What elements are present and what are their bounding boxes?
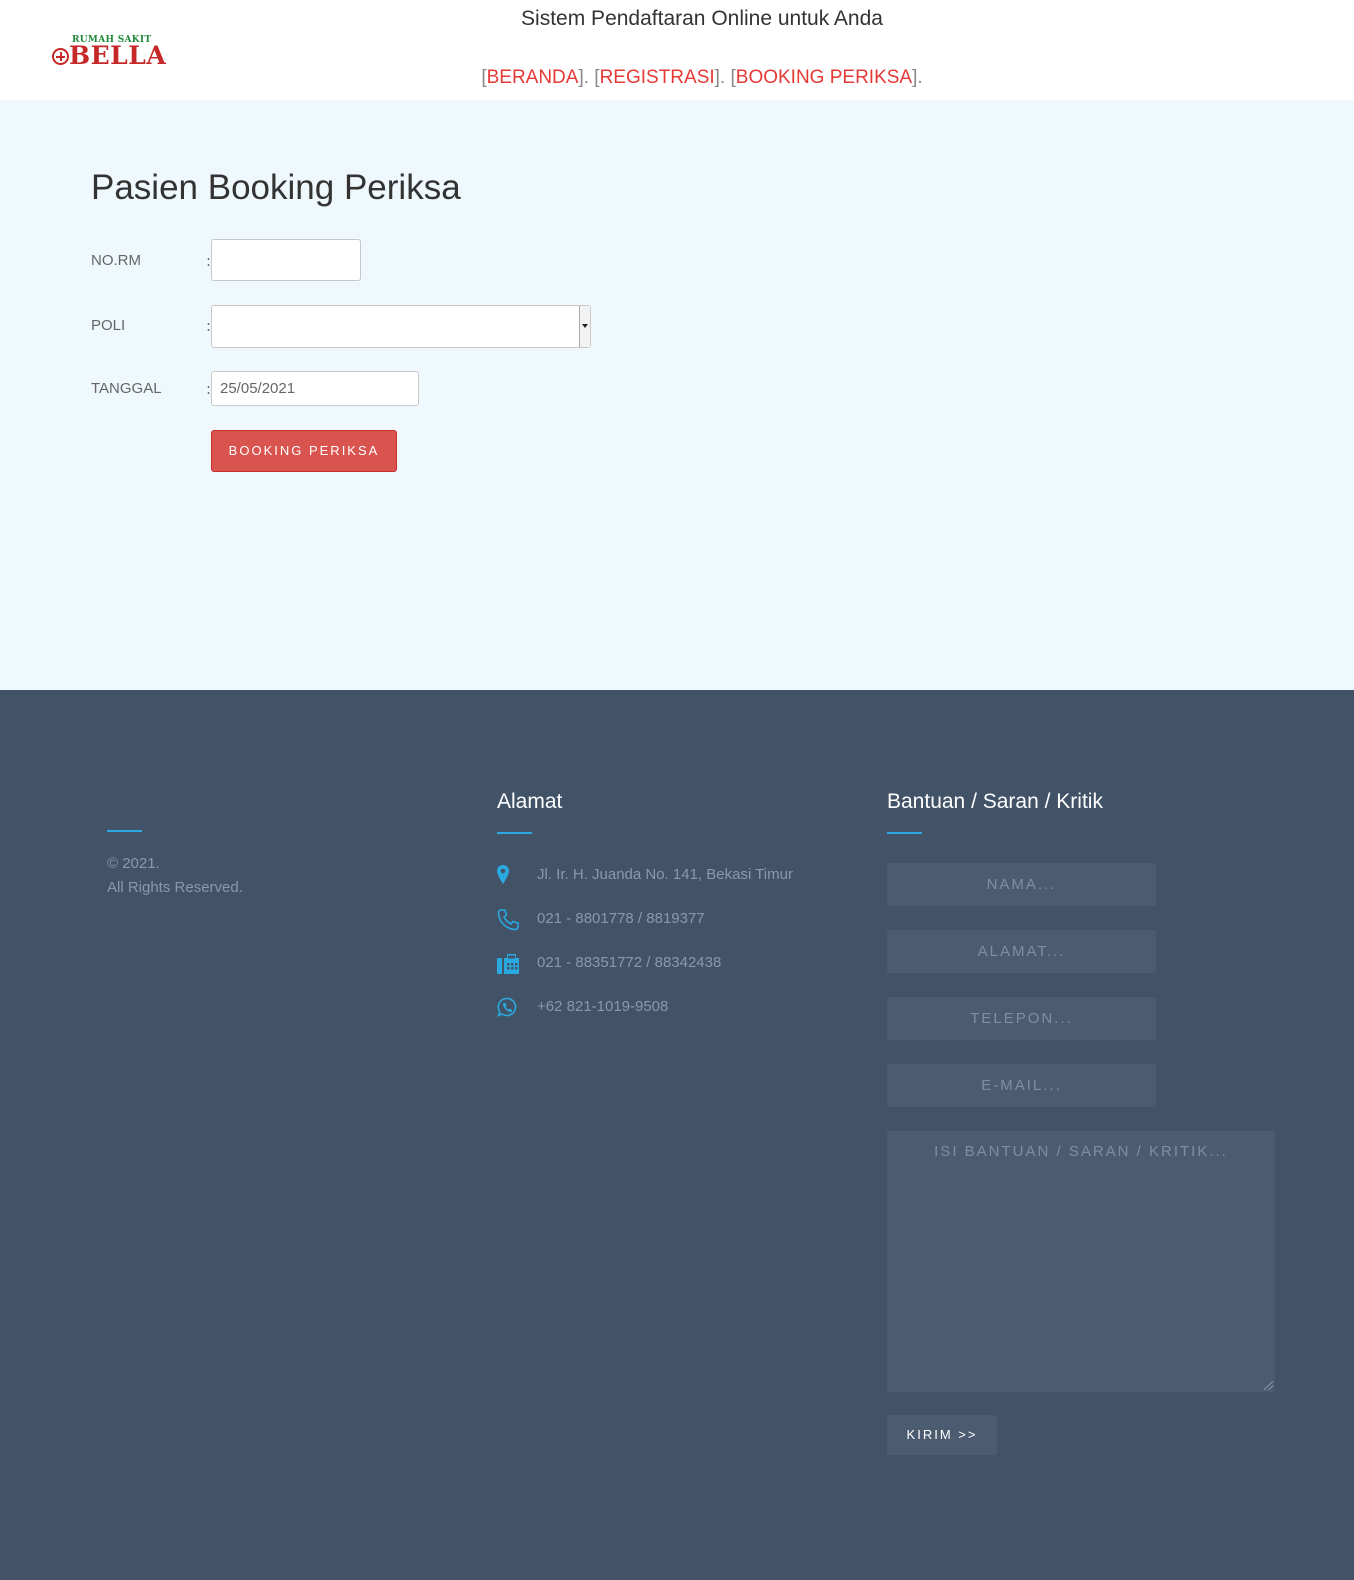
message-placeholder: ISI BANTUAN / SARAN / KRITIK...: [934, 1143, 1228, 1160]
whatsapp-icon: [497, 997, 517, 1017]
dropdown-arrow-icon[interactable]: [579, 306, 590, 347]
copyright-rights: All Rights Reserved.: [107, 879, 243, 896]
address-divider: [497, 832, 532, 834]
booking-periksa-button[interactable]: BOOKING PERIKSA: [211, 430, 397, 472]
site-header: RUMAH SAKIT BELLA Sistem Pendaftaran Onl…: [0, 0, 1354, 100]
main-content: Pasien Booking Periksa NO.RM : POLI : TA…: [0, 100, 1354, 690]
logo-name: BELLA: [69, 41, 167, 70]
phone-icon: [497, 909, 519, 931]
site-footer: © 2021. All Rights Reserved. Alamat Jl. …: [0, 690, 1354, 1580]
message-textarea[interactable]: ISI BANTUAN / SARAN / KRITIK...: [887, 1131, 1275, 1392]
map-marker-icon: [497, 865, 509, 884]
fax-icon: [497, 954, 519, 974]
address-text: Jl. Ir. H. Juanda No. 141, Bekasi Timur: [537, 866, 793, 883]
email-field[interactable]: E-MAIL...: [887, 1064, 1156, 1107]
resize-handle-icon[interactable]: [1264, 1381, 1273, 1390]
copyright: © 2021. All Rights Reserved.: [107, 852, 243, 900]
whatsapp-text: +62 821-1019-9508: [537, 998, 669, 1015]
phone-text: 021 - 8801778 / 8819377: [537, 910, 705, 927]
norm-input[interactable]: [211, 239, 361, 281]
poli-label: POLI: [91, 317, 126, 334]
main-nav: [BERANDA]. [REGISTRASI]. [BOOKING PERIKS…: [481, 67, 923, 88]
tanggal-label: TANGGAL: [91, 380, 162, 397]
nav-beranda[interactable]: BERANDA: [487, 67, 579, 88]
address-field[interactable]: ALAMAT...: [887, 930, 1156, 973]
site-title: Sistem Pendaftaran Online untuk Anda: [521, 7, 883, 30]
fax-text: 021 - 88351772 / 88342438: [537, 954, 722, 971]
footer-divider: [107, 830, 142, 832]
feedback-title: Bantuan / Saran / Kritik: [887, 790, 1103, 813]
name-field[interactable]: NAMA...: [887, 863, 1156, 906]
hospital-logo[interactable]: RUMAH SAKIT BELLA: [52, 34, 167, 70]
page-title: Pasien Booking Periksa: [91, 168, 461, 207]
tanggal-input[interactable]: 25/05/2021: [211, 371, 419, 406]
copyright-year: © 2021.: [107, 855, 160, 872]
kirim-button[interactable]: KIRIM >>: [887, 1415, 997, 1455]
phone-field[interactable]: TELEPON...: [887, 997, 1156, 1040]
norm-label: NO.RM: [91, 252, 141, 269]
address-title: Alamat: [497, 790, 563, 813]
poli-select[interactable]: [211, 305, 591, 348]
red-cross-icon: [52, 48, 69, 65]
nav-registrasi[interactable]: REGISTRASI: [600, 67, 715, 88]
feedback-divider: [887, 832, 922, 834]
nav-booking-periksa[interactable]: BOOKING PERIKSA: [736, 67, 912, 88]
